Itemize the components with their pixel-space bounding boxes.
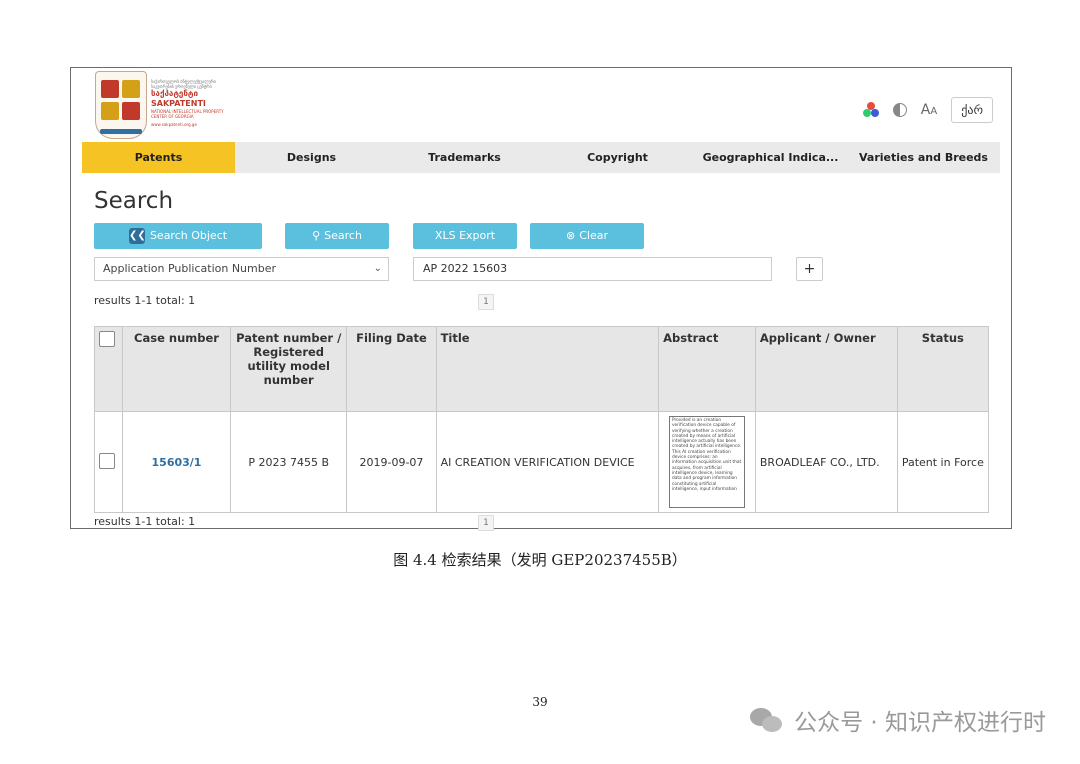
tab-geographical-indications[interactable]: Geographical Indica... (694, 142, 847, 173)
logo-name-latin: SAKPATENTI (151, 99, 206, 108)
search-object-button[interactable]: ❮❮ Search Object (94, 223, 262, 249)
search-field-selected: Application Publication Number (103, 262, 277, 275)
double-chevron-left-icon: ❮❮ (128, 228, 146, 244)
accessibility-toolbar: AA ქარ (862, 96, 993, 124)
row-checkbox[interactable] (99, 452, 115, 469)
logo-text: საქართველოს ინტელექტუალური საკუთრების ერ… (151, 79, 237, 127)
language-button[interactable]: ქარ (951, 97, 993, 123)
font-icon-large: A (920, 102, 931, 118)
table-header-row: Case number Patent number / Registered u… (94, 326, 990, 412)
tab-copyright[interactable]: Copyright (541, 142, 694, 173)
figure-caption: 图 4.4 检索结果（发明 GEP20237455B） (393, 551, 687, 569)
patent-number-cell: P 2023 7455 B (230, 411, 348, 513)
clear-label: Clear (579, 229, 608, 242)
row-select-cell (94, 411, 123, 513)
tab-patents[interactable]: Patents (82, 142, 235, 173)
font-size-icon[interactable]: AA (921, 102, 937, 118)
pagination-page-bottom[interactable]: 1 (478, 515, 494, 531)
watermark: 公众号 · 知识产权进行时 (750, 703, 1046, 737)
title-cell: AI CREATION VERIFICATION DEVICE (435, 411, 660, 513)
sakpatenti-logo[interactable]: საქართველოს ინტელექტუალური საკუთრების ერ… (95, 71, 235, 139)
header-case-number[interactable]: Case number (121, 326, 232, 412)
applicant-cell: BROADLEAF CO., LTD. (754, 411, 898, 513)
status-cell: Patent in Force (896, 411, 990, 513)
abstract-text[interactable]: Provided is an creation verification dev… (668, 416, 745, 508)
header-abstract[interactable]: Abstract (658, 326, 756, 412)
tab-designs[interactable]: Designs (235, 142, 388, 173)
app-window: საქართველოს ინტელექტუალური საკუთრების ერ… (70, 67, 1012, 531)
header-patent-number[interactable]: Patent number / Registered utility model… (230, 326, 348, 412)
coat-of-arms-icon (95, 71, 147, 139)
color-palette-icon[interactable] (862, 102, 879, 118)
table-row: 15603/1 P 2023 7455 B 2019-09-07 AI CREA… (94, 411, 990, 513)
xls-export-button[interactable]: XLS Export (413, 223, 517, 249)
category-nav: Patents Designs Trademarks Copyright Geo… (82, 142, 1000, 173)
logo-name-georgian: საქპატენტი (151, 89, 199, 98)
add-criteria-button[interactable]: + (796, 257, 823, 281)
filing-date-cell: 2019-09-07 (346, 411, 437, 513)
logo-url: www.sakpatenti.org.ge (151, 122, 197, 127)
results-summary-bottom: results 1-1 total: 1 (94, 515, 196, 528)
search-query-input[interactable]: AP 2022 15603 (413, 257, 772, 281)
case-number-link[interactable]: 15603/1 (152, 456, 202, 469)
contrast-icon[interactable] (892, 103, 907, 117)
pagination-page-top[interactable]: 1 (478, 294, 494, 310)
search-button[interactable]: ⚲ Search (285, 223, 389, 249)
tab-trademarks[interactable]: Trademarks (388, 142, 541, 173)
select-all-header (94, 326, 123, 412)
abstract-cell: Provided is an creation verification dev… (658, 411, 756, 513)
clear-icon: ⊗ (566, 229, 576, 242)
search-field-select[interactable]: Application Publication Number ⌄ (94, 257, 389, 281)
search-label: Search (324, 229, 362, 242)
logo-subtitle: CENTER OF GEORGIA (151, 114, 194, 119)
font-icon-small: A (930, 106, 938, 117)
clear-button[interactable]: ⊗ Clear (530, 223, 644, 249)
header-status[interactable]: Status (896, 326, 990, 412)
header-applicant-owner[interactable]: Applicant / Owner (754, 326, 898, 412)
chevron-down-icon: ⌄ (373, 263, 382, 274)
select-all-checkbox[interactable] (99, 331, 115, 347)
tab-varieties-and-breeds[interactable]: Varieties and Breeds (847, 142, 1000, 173)
wechat-icon (750, 706, 784, 734)
page-title: Search (94, 188, 174, 214)
results-table: Case number Patent number / Registered u… (94, 326, 990, 513)
search-object-label: Search Object (149, 229, 228, 242)
case-number-cell: 15603/1 (121, 411, 232, 513)
watermark-text: 公众号 · 知识产权进行时 (794, 710, 1046, 736)
results-summary-top: results 1-1 total: 1 (94, 294, 196, 307)
header-filing-date[interactable]: Filing Date (346, 326, 437, 412)
search-icon: ⚲ (312, 229, 321, 242)
header-title[interactable]: Title (435, 326, 660, 412)
